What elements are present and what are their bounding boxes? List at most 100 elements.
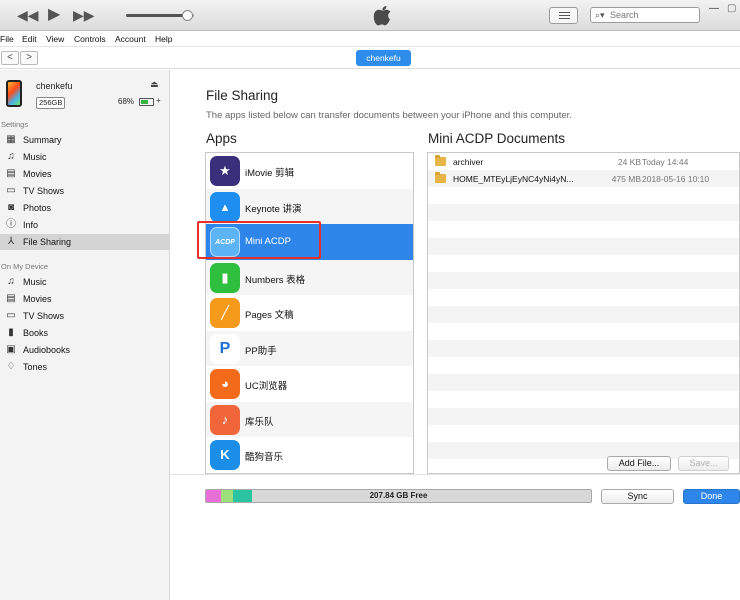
empty-row (428, 204, 739, 221)
document-row[interactable]: HOME_MTEyLjEyNC4yNi4yN... 475 MB 2018-05-1… (428, 170, 739, 187)
imovie-icon: ★ (210, 156, 240, 186)
document-row[interactable]: archiver 24 KB Today 14:44 (428, 153, 739, 170)
folder-icon (435, 172, 446, 183)
pp-icon: P (210, 333, 240, 364)
volume-fill (126, 14, 188, 17)
add-file-button[interactable]: Add File... (607, 456, 671, 471)
document-date: Today 14:44 (642, 157, 689, 167)
documents-list: archiver 24 KB Today 14:44 HOME_MTEyLjEyNC4… (427, 152, 740, 474)
app-row[interactable]: ♪ 库乐队 (206, 401, 413, 437)
device-button[interactable]: chenkefu (356, 50, 411, 66)
empty-row (428, 221, 739, 238)
empty-row (428, 187, 739, 204)
empty-row (428, 255, 739, 272)
up-next-list-button[interactable] (549, 7, 578, 24)
page-title: File Sharing (206, 88, 279, 103)
document-size: 475 MB (611, 174, 641, 184)
battery-percent: 68% (118, 97, 135, 106)
books-icon: ▮ (8, 327, 14, 338)
app-label: Pages 文稿 (245, 310, 294, 321)
minimize-button[interactable]: — (709, 3, 719, 14)
app-row[interactable]: ★ iMovie 剪辑 (206, 153, 413, 189)
app-label: 酷狗音乐 (245, 452, 284, 463)
charging-icon: + (156, 96, 161, 105)
app-row[interactable]: ▴ Keynote 讲演 (206, 188, 413, 224)
empty-row (428, 238, 739, 255)
on-my-device-heading: On My Device (1, 262, 49, 271)
app-row[interactable]: ▮ Numbers 表格 (206, 259, 413, 295)
empty-row (428, 306, 739, 323)
sidebar-item-tones[interactable]: ♢ Tones (0, 359, 169, 375)
movies-icon: ▤ (6, 168, 16, 179)
uc-browser-icon: ◕ (210, 369, 240, 399)
app-label: Numbers 表格 (245, 274, 306, 286)
pages-icon: ╱ (210, 298, 240, 328)
search-icon: ⌕▾ (595, 10, 605, 20)
back-button[interactable]: < (1, 51, 19, 65)
bell-icon: ♢ (6, 361, 16, 372)
app-row[interactable]: K 酷狗音乐 (206, 437, 413, 473)
file-sharing-icon: ⅄ (7, 236, 15, 247)
sidebar-item-movies[interactable]: ▤ Movies (0, 166, 169, 182)
menu-help[interactable]: Help (155, 34, 172, 44)
sidebar-item-photos[interactable]: ◙ Photos (0, 200, 169, 216)
sidebar-item-summary[interactable]: ▦ Summary (0, 132, 169, 148)
sidebar-item-label: File Sharing (23, 237, 72, 247)
sidebar-item-movies[interactable]: ▤ Movies (0, 291, 169, 307)
capacity-badge: 256GB (36, 97, 66, 109)
sidebar-item-label: Movies (23, 294, 52, 304)
player-toolbar: ◀◀ ▶ ▶▶ ⌕▾ Search — ▢ (0, 0, 740, 31)
app-row[interactable]: P PP助手 (206, 330, 413, 366)
movies-icon: ▤ (6, 293, 16, 304)
menu-file[interactable]: File (0, 34, 14, 44)
empty-row (428, 391, 739, 408)
forward-button[interactable]: > (20, 51, 38, 65)
sidebar-item-books[interactable]: ▮ Books (0, 325, 169, 341)
empty-row (428, 408, 739, 425)
sidebar-item-label: Tones (23, 362, 48, 372)
menu-edit[interactable]: Edit (22, 34, 37, 44)
sidebar-item-music[interactable]: ♫ Music (0, 149, 169, 165)
empty-row (428, 374, 739, 391)
sidebar-item-audiobooks[interactable]: ▣ Audiobooks (0, 342, 169, 358)
free-space-label: 207.84 GB Free (369, 491, 428, 500)
app-label: UC浏览器 (245, 381, 288, 392)
highlight-annotation-box (197, 221, 321, 259)
app-row[interactable]: ◕ UC浏览器 (206, 366, 413, 402)
device-name: chenkefu (36, 81, 73, 91)
sidebar-item-info[interactable]: ⓘ Info (0, 217, 169, 233)
menu-controls[interactable]: Controls (74, 34, 106, 44)
maximize-button[interactable]: ▢ (727, 3, 736, 14)
search-input[interactable]: ⌕▾ Search (590, 7, 700, 23)
app-label: PP助手 (245, 345, 277, 357)
sidebar-item-label: Music (23, 152, 47, 162)
previous-track-icon[interactable]: ◀◀ (17, 6, 39, 24)
sidebar-item-tv-shows[interactable]: ▭ TV Shows (0, 183, 169, 199)
menu-account[interactable]: Account (115, 34, 146, 44)
document-name: HOME_MTEyLjEyNC4yNi4yN... (453, 174, 574, 184)
play-icon[interactable]: ▶ (48, 6, 60, 24)
done-button[interactable]: Done (683, 489, 740, 504)
menu-view[interactable]: View (46, 34, 64, 44)
next-track-icon[interactable]: ▶▶ (73, 6, 95, 24)
tv-icon: ▭ (6, 310, 16, 321)
sync-button[interactable]: Sync (601, 489, 674, 504)
search-placeholder: Search (610, 10, 639, 20)
app-label: 库乐队 (245, 416, 274, 428)
sidebar-item-file-sharing[interactable]: ⅄ File Sharing (0, 234, 169, 250)
sidebar: chenkefu ⏏ 256GB 68% + Settings ▦ Summary… (0, 70, 170, 600)
eject-icon[interactable]: ⏏ (150, 79, 159, 90)
app-label: Keynote 讲演 (245, 203, 302, 215)
save-button[interactable]: Save... (678, 456, 729, 471)
volume-knob[interactable] (182, 10, 194, 21)
app-row[interactable]: ╱ Pages 文稿 (206, 295, 413, 331)
sidebar-item-label: Movies (23, 169, 52, 179)
volume-slider[interactable] (126, 10, 194, 21)
sidebar-item-tv-shows[interactable]: ▭ TV Shows (0, 308, 169, 324)
empty-row (428, 289, 739, 306)
navigation-bar: < > chenkefu (0, 48, 740, 69)
empty-row (428, 425, 739, 442)
empty-row (428, 272, 739, 289)
keynote-icon: ▴ (210, 191, 240, 222)
sidebar-item-music[interactable]: ♫ Music (0, 274, 169, 290)
